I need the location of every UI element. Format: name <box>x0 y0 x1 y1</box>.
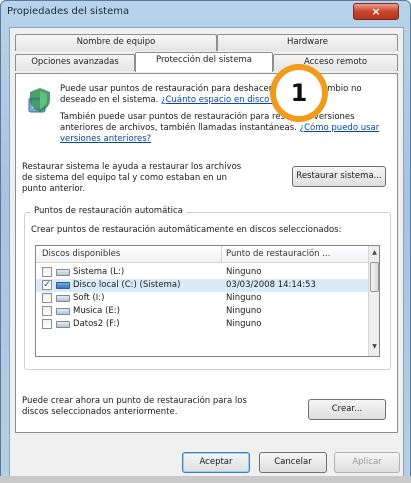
tab-computer-name[interactable]: Nombre de equipo <box>15 34 217 51</box>
cancel-button[interactable]: Cancelar <box>259 452 327 473</box>
hard-drive-icon <box>56 295 70 302</box>
create-description: Puede crear ahora un punto de restauraci… <box>22 396 247 417</box>
scroll-down-arrow-icon[interactable]: ▼ <box>369 340 379 354</box>
column-header-restore-point[interactable]: Punto de restauración ... <box>226 249 330 259</box>
bottom-edge <box>0 476 411 483</box>
intro-paragraph-2: También puede usar puntos de restauració… <box>60 112 390 145</box>
restore-point-value: 03/03/2008 14:14:53 <box>226 280 316 290</box>
drive-checkbox[interactable] <box>42 293 52 303</box>
list-item[interactable]: Musica (E:) Ninguno <box>36 305 368 318</box>
system-restore-button[interactable]: Restaurar sistema... <box>292 166 386 187</box>
drive-checkbox[interactable] <box>42 267 52 277</box>
list-header: Discos disponibles Punto de restauración… <box>36 246 368 263</box>
dialog-client-area: Nombre de equipo Hardware Opciones avanz… <box>9 27 404 477</box>
drive-name: Disco local (C:) (Sistema) <box>73 280 181 290</box>
scroll-up-arrow-icon[interactable]: ▲ <box>369 246 379 260</box>
restore-point-value: Ninguno <box>226 319 262 329</box>
list-item[interactable]: Soft (I:) Ninguno <box>36 292 368 305</box>
auto-restore-group: Puntos de restauración automática Crear … <box>24 206 391 370</box>
create-button[interactable]: Crear... <box>308 399 386 420</box>
drive-checkbox[interactable] <box>42 319 52 329</box>
column-divider[interactable] <box>221 246 222 263</box>
close-button[interactable]: × <box>353 3 399 20</box>
drive-name: Musica (E:) <box>73 306 120 316</box>
tab-hardware[interactable]: Hardware <box>217 34 398 51</box>
step-number: 1 <box>276 70 322 116</box>
restore-description: Restaurar sistema le ayuda a restaurar l… <box>22 162 242 194</box>
column-header-drives[interactable]: Discos disponibles <box>42 249 120 259</box>
list-item[interactable]: Sistema (L:) Ninguno <box>36 266 368 279</box>
auto-restore-instruction: Crear puntos de restauración automáticam… <box>31 225 342 235</box>
title-bar[interactable]: Propiedades del sistema × <box>1 1 410 23</box>
window-title: Propiedades del sistema <box>7 6 130 17</box>
system-protection-panel: Puede usar puntos de restauración para d… <box>15 73 398 433</box>
auto-restore-legend: Puntos de restauración automática <box>31 206 186 216</box>
drive-checkbox[interactable] <box>42 306 52 316</box>
system-drive-icon <box>56 282 70 289</box>
tab-advanced-options[interactable]: Opciones avanzadas <box>15 54 135 71</box>
list-item[interactable]: ✓ Disco local (C:) (Sistema) 03/03/2008 … <box>36 279 368 292</box>
restore-point-value: Ninguno <box>226 293 262 303</box>
tab-system-protection[interactable]: Protección del sistema <box>135 52 273 72</box>
system-protection-icon <box>28 88 50 113</box>
ok-button[interactable]: Aceptar <box>182 452 250 473</box>
list-item[interactable]: Datos2 (F:) Ninguno <box>36 318 368 331</box>
restore-point-value: Ninguno <box>226 267 262 277</box>
restore-point-value: Ninguno <box>226 306 262 316</box>
hard-drive-icon <box>56 269 70 276</box>
apply-button[interactable]: Aplicar <box>334 452 400 473</box>
hard-drive-icon <box>56 308 70 315</box>
system-properties-window: Propiedades del sistema × Nombre de equi… <box>0 0 411 483</box>
drive-name: Datos2 (F:) <box>73 319 120 329</box>
step-number-badge: 1 <box>270 64 328 122</box>
scroll-thumb[interactable] <box>370 262 379 292</box>
drives-list[interactable]: Discos disponibles Punto de restauración… <box>35 245 380 357</box>
hard-drive-icon <box>56 321 70 328</box>
drive-name: Sistema (L:) <box>73 267 125 277</box>
drive-name: Soft (I:) <box>73 293 105 303</box>
list-scrollbar[interactable]: ▲ ▼ <box>368 246 379 356</box>
intro-paragraph-1: Puede usar puntos de restauración para d… <box>60 84 380 106</box>
drive-checkbox-checked[interactable]: ✓ <box>42 280 52 290</box>
